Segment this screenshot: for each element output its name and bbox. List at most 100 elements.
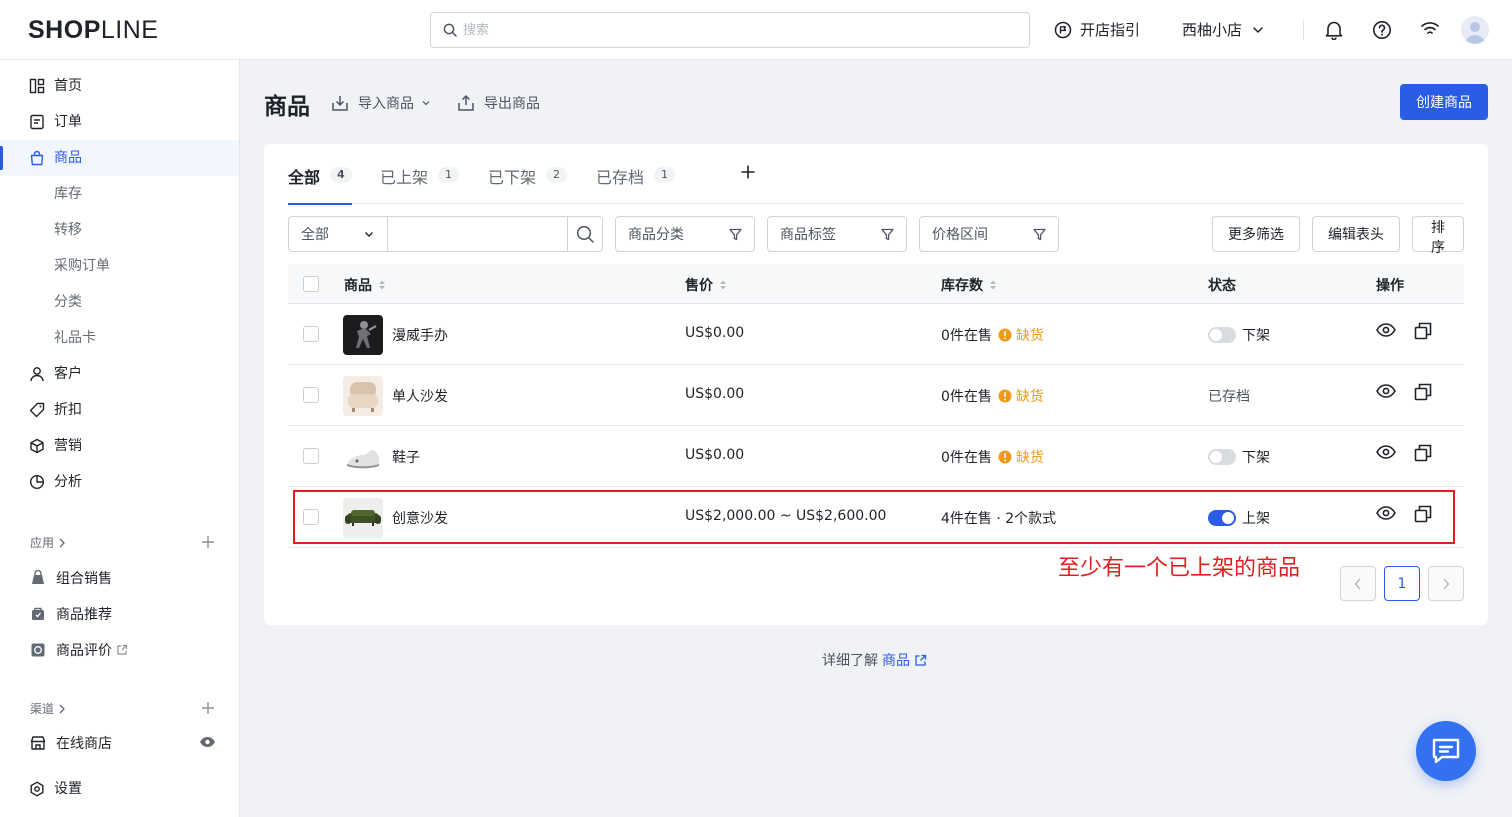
- status-toggle[interactable]: [1208, 449, 1236, 465]
- external-link-icon[interactable]: [914, 654, 927, 667]
- status-toggle[interactable]: [1208, 510, 1236, 526]
- sidebar-app-bundle[interactable]: 组合销售: [30, 568, 112, 588]
- price-filter[interactable]: 价格区间: [919, 216, 1059, 252]
- export-label: 导出商品: [484, 96, 540, 112]
- export-products-button[interactable]: 导出商品: [456, 93, 540, 113]
- bag-icon: [29, 150, 45, 166]
- column-label: 库存数: [941, 278, 983, 294]
- warning-icon: [998, 328, 1012, 342]
- eye-icon[interactable]: [1376, 322, 1396, 340]
- sidebar-item-label: 营销: [54, 438, 82, 454]
- wifi-icon[interactable]: [1420, 20, 1440, 38]
- duplicate-icon[interactable]: [1414, 505, 1432, 523]
- product-thumbnail[interactable]: [343, 315, 383, 355]
- sidebar-item-home[interactable]: 首页: [0, 68, 239, 104]
- column-stock[interactable]: 库存数: [941, 275, 997, 295]
- keyword-input[interactable]: [387, 216, 568, 252]
- column-price[interactable]: 售价: [685, 275, 727, 295]
- product-thumbnail[interactable]: [343, 498, 383, 538]
- store-guide-button[interactable]: 开店指引: [1054, 19, 1140, 40]
- import-products-button[interactable]: 导入商品: [330, 93, 430, 113]
- sidebar-sub-transfers[interactable]: 转移: [54, 221, 82, 239]
- chat-icon: [1431, 737, 1461, 765]
- user-avatar[interactable]: [1461, 16, 1489, 44]
- chevron-down-icon: [422, 99, 430, 107]
- sidebar-sub-categories[interactable]: 分类: [54, 293, 82, 311]
- filter-icon: [1033, 228, 1046, 241]
- sidebar-app-recommend[interactable]: 商品推荐: [30, 604, 112, 624]
- product-status: 已存档: [1208, 386, 1250, 406]
- product-name[interactable]: 漫威手办: [392, 325, 448, 345]
- sidebar-item-customers[interactable]: 客户: [0, 356, 239, 392]
- help-icon[interactable]: [1372, 20, 1392, 40]
- eye-icon[interactable]: [1376, 505, 1396, 523]
- apps-section-title[interactable]: 应用: [30, 534, 66, 551]
- scope-select[interactable]: 全部: [288, 216, 388, 252]
- tab-active[interactable]: 已上架 1: [380, 164, 460, 204]
- status-toggle[interactable]: [1208, 327, 1236, 343]
- product-price: US$0.00: [685, 386, 745, 402]
- channels-section-title[interactable]: 渠道: [30, 700, 66, 717]
- duplicate-icon[interactable]: [1414, 322, 1432, 340]
- table-row[interactable]: 创意沙发 US$2,000.00 ~ US$2,600.00 4件在售 · 2个…: [288, 487, 1464, 548]
- add-channel-icon[interactable]: [201, 701, 215, 715]
- sidebar-item-orders[interactable]: 订单: [0, 104, 239, 140]
- sidebar-sub-purchase-orders[interactable]: 采购订单: [54, 257, 110, 275]
- eye-icon[interactable]: [1376, 383, 1396, 401]
- duplicate-icon[interactable]: [1414, 444, 1432, 462]
- add-tab-icon[interactable]: [740, 164, 756, 180]
- sidebar-item-marketing[interactable]: 营销: [0, 428, 239, 464]
- chevron-right-icon: [58, 538, 66, 548]
- product-name[interactable]: 单人沙发: [392, 386, 448, 406]
- store-switcher[interactable]: 西柚小店: [1182, 19, 1264, 40]
- more-filters-button[interactable]: 更多筛选: [1212, 216, 1300, 252]
- next-page-button[interactable]: [1428, 566, 1464, 601]
- duplicate-icon[interactable]: [1414, 383, 1432, 401]
- tab-all[interactable]: 全部 4: [288, 164, 352, 205]
- category-filter[interactable]: 商品分类: [615, 216, 755, 252]
- search-button[interactable]: [567, 216, 603, 252]
- sidebar-item-products[interactable]: 商品: [0, 140, 239, 176]
- product-name[interactable]: 创意沙发: [392, 508, 448, 528]
- sidebar-channel-online-store[interactable]: 在线商店: [30, 733, 112, 753]
- product-name[interactable]: 鞋子: [392, 447, 420, 467]
- row-checkbox[interactable]: [303, 387, 319, 403]
- eye-icon[interactable]: [199, 736, 216, 748]
- sort-button[interactable]: 排序: [1412, 216, 1464, 256]
- edit-columns-button[interactable]: 编辑表头: [1312, 216, 1400, 252]
- create-product-button[interactable]: 创建商品: [1400, 84, 1488, 120]
- add-app-icon[interactable]: [201, 535, 215, 549]
- store-guide-label: 开店指引: [1080, 21, 1141, 39]
- row-checkbox[interactable]: [303, 448, 319, 464]
- tab-archived[interactable]: 已存档 1: [596, 164, 676, 204]
- prev-page-button[interactable]: [1340, 566, 1376, 601]
- table-row[interactable]: 鞋子 US$0.00 0件在售 缺货 下架: [288, 426, 1464, 487]
- bell-icon[interactable]: [1325, 20, 1343, 40]
- chat-support-button[interactable]: [1416, 721, 1476, 781]
- search-input[interactable]: [463, 13, 1023, 47]
- row-checkbox[interactable]: [303, 326, 319, 342]
- learn-more-link[interactable]: 商品: [882, 650, 910, 670]
- sidebar-item-settings[interactable]: 设置: [0, 771, 239, 807]
- select-all-checkbox[interactable]: [303, 276, 319, 292]
- tag-filter[interactable]: 商品标签: [767, 216, 907, 252]
- sidebar-sub-inventory[interactable]: 库存: [54, 185, 82, 203]
- sidebar-item-analytics[interactable]: 分析: [0, 464, 239, 500]
- eye-icon[interactable]: [1376, 444, 1396, 462]
- sidebar-item-discounts[interactable]: 折扣: [0, 392, 239, 428]
- filter-icon: [729, 228, 742, 241]
- global-search[interactable]: [430, 12, 1030, 48]
- table-row[interactable]: 单人沙发 US$0.00 0件在售 缺货 已存档: [288, 365, 1464, 426]
- page-number-button[interactable]: 1: [1384, 566, 1420, 601]
- search-icon: [576, 225, 595, 244]
- column-product[interactable]: 商品: [344, 275, 386, 295]
- row-checkbox[interactable]: [303, 509, 319, 525]
- product-thumbnail[interactable]: [343, 437, 383, 477]
- sidebar-app-reviews[interactable]: 商品评价: [30, 640, 128, 660]
- product-thumbnail[interactable]: [343, 376, 383, 416]
- shopline-logo[interactable]: SHOPLINE: [28, 16, 158, 44]
- sidebar-sub-gift-cards[interactable]: 礼品卡: [54, 329, 96, 347]
- stock-flag-label: 缺货: [1015, 389, 1044, 405]
- tab-inactive[interactable]: 已下架 2: [488, 164, 568, 204]
- table-row[interactable]: 漫威手办 US$0.00 0件在售 缺货 下架: [288, 304, 1464, 365]
